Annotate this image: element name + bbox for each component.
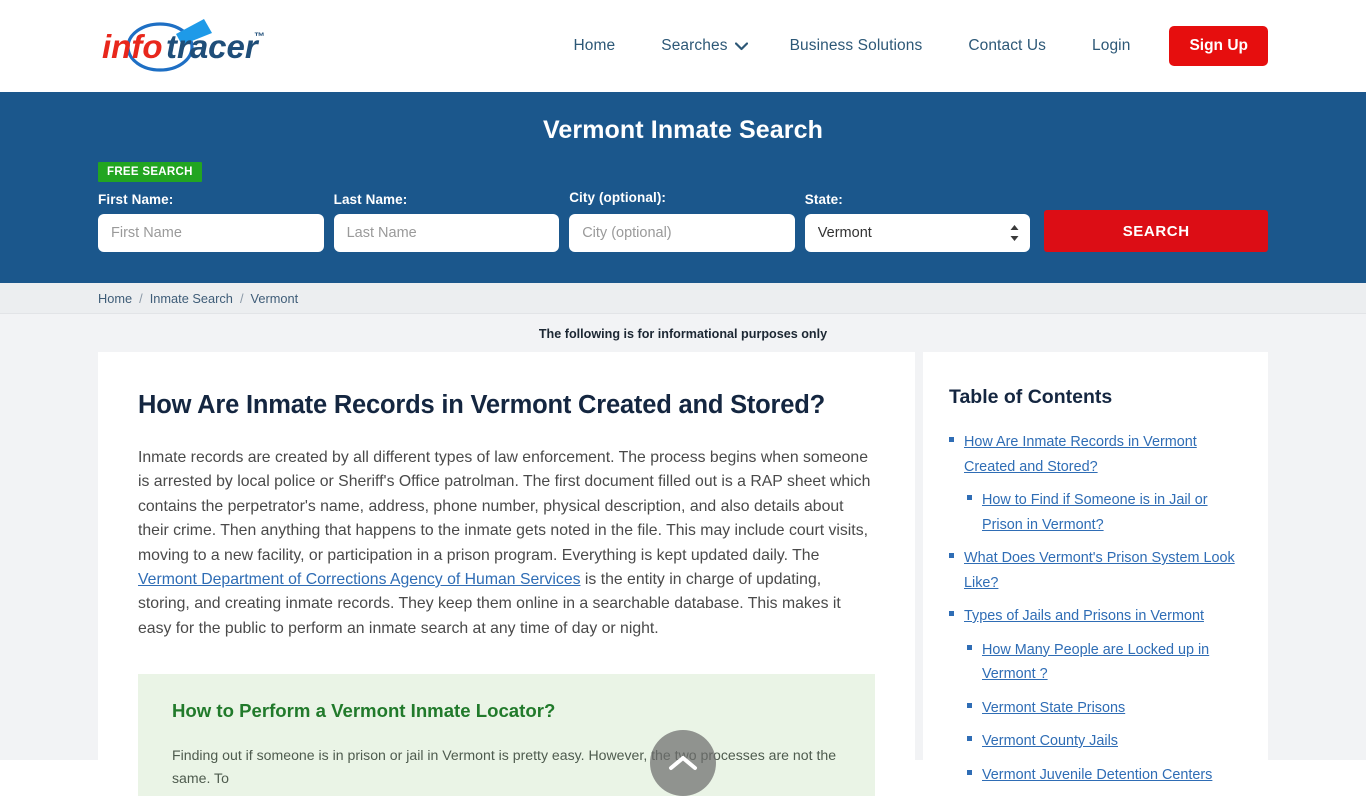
city-field-group: City (optional): bbox=[569, 188, 795, 252]
toc-sublist: How Many People are Locked up in Vermont… bbox=[949, 638, 1242, 788]
chevron-up-icon bbox=[669, 756, 697, 770]
nav-item-home[interactable]: Home bbox=[551, 37, 639, 55]
nav-item-login[interactable]: Login bbox=[1069, 37, 1153, 55]
breadcrumb-item-current: Vermont bbox=[250, 290, 299, 306]
search-button[interactable]: SEARCH bbox=[1044, 210, 1268, 252]
main-navigation: Home Searches Business Solutions Contact… bbox=[551, 26, 1268, 66]
scroll-to-top-button[interactable] bbox=[650, 730, 716, 796]
breadcrumb-item-home[interactable]: Home bbox=[98, 291, 132, 306]
square-bullet-icon bbox=[967, 644, 972, 650]
first-name-label: First Name: bbox=[98, 192, 174, 207]
toc-item: Types of Jails and Prisons in Vermont Ho… bbox=[949, 604, 1242, 787]
article-paragraph: Inmate records are created by all differ… bbox=[138, 446, 875, 641]
toc-row: Vermont County Jails bbox=[949, 729, 1242, 754]
square-bullet-icon bbox=[967, 736, 972, 741]
toc-row: Types of Jails and Prisons in Vermont bbox=[949, 604, 1242, 629]
toc-row: How Are Inmate Records in Vermont Create… bbox=[949, 430, 1242, 479]
toc-sublist: How to Find if Someone is in Jail or Pri… bbox=[949, 488, 1242, 537]
breadcrumb: Home / Inmate Search / Vermont bbox=[0, 283, 1366, 314]
toc-item: Vermont State Prisons bbox=[949, 696, 1242, 721]
inmate-search-form: First Name: Last Name: City (optional): … bbox=[98, 188, 1268, 252]
city-input[interactable] bbox=[569, 214, 795, 252]
last-name-label: Last Name: bbox=[333, 192, 408, 207]
nav-item-searches[interactable]: Searches bbox=[638, 37, 766, 55]
last-name-field-group: Last Name: bbox=[333, 192, 560, 252]
disclaimer-text: The following is for informational purpo… bbox=[538, 327, 828, 341]
svg-text:tracer: tracer bbox=[166, 28, 260, 65]
vermont-doc-link[interactable]: Vermont Department of Corrections Agency… bbox=[138, 571, 581, 588]
article-card: How Are Inmate Records in Vermont Create… bbox=[98, 352, 915, 796]
square-bullet-icon bbox=[949, 611, 954, 616]
square-bullet-icon bbox=[949, 437, 954, 442]
site-header: info tracer ™ Home Searches Business Sol… bbox=[0, 0, 1366, 92]
toc-row: How Many People are Locked up in Vermont… bbox=[949, 638, 1242, 687]
toc-list: How Are Inmate Records in Vermont Create… bbox=[949, 430, 1242, 796]
breadcrumb-separator: / bbox=[239, 290, 244, 306]
nav-item-business-solutions[interactable]: Business Solutions bbox=[767, 37, 946, 55]
article-paragraph-part1: Inmate records are created by all differ… bbox=[138, 448, 871, 564]
svg-text:info: info bbox=[102, 28, 162, 65]
toc-link-inmate-records-created-stored[interactable]: How Are Inmate Records in Vermont Create… bbox=[964, 430, 1242, 479]
chevron-down-icon bbox=[734, 41, 748, 50]
toc-link-types-of-jails-and-prisons[interactable]: Types of Jails and Prisons in Vermont bbox=[964, 604, 1204, 629]
toc-item: How Are Inmate Records in Vermont Create… bbox=[949, 430, 1242, 537]
article-heading: How Are Inmate Records in Vermont Create… bbox=[138, 391, 826, 419]
breadcrumb-separator: / bbox=[139, 290, 143, 306]
free-search-badge: FREE SEARCH bbox=[98, 162, 202, 182]
toc-item: How to Find if Someone is in Jail or Pri… bbox=[949, 488, 1242, 537]
svg-text:™: ™ bbox=[254, 31, 265, 43]
toc-link-juvenile-detention-centers[interactable]: Vermont Juvenile Detention Centers bbox=[982, 763, 1212, 788]
first-name-field-group: First Name: bbox=[98, 192, 324, 252]
toc-item: How Many People are Locked up in Vermont… bbox=[949, 638, 1242, 687]
sign-up-button[interactable]: Sign Up bbox=[1169, 26, 1268, 66]
square-bullet-icon bbox=[967, 495, 972, 500]
table-of-contents-card: Table of Contents How Are Inmate Records… bbox=[923, 352, 1268, 796]
toc-link-how-many-people-locked-up[interactable]: How Many People are Locked up in Vermont… bbox=[982, 638, 1242, 687]
toc-link-vermont-state-prisons[interactable]: Vermont State Prisons bbox=[982, 696, 1125, 721]
toc-title: Table of Contents bbox=[949, 386, 1113, 408]
toc-row: How to Find if Someone is in Jail or Pri… bbox=[949, 488, 1242, 537]
callout-heading: How to Perform a Vermont Inmate Locator? bbox=[172, 700, 556, 722]
infotracer-logo-icon: info tracer ™ bbox=[102, 19, 265, 72]
toc-link-prison-system-look-like[interactable]: What Does Vermont's Prison System Look L… bbox=[964, 546, 1242, 595]
state-field-group: State: Vermont bbox=[804, 192, 1031, 252]
page-title: Vermont Inmate Search bbox=[543, 116, 823, 144]
toc-link-find-if-someone-in-jail[interactable]: How to Find if Someone is in Jail or Pri… bbox=[982, 488, 1242, 537]
square-bullet-icon bbox=[967, 769, 972, 775]
page-body: The following is for informational purpo… bbox=[0, 314, 1366, 796]
toc-item: Vermont County Jails bbox=[949, 729, 1242, 754]
state-select-wrapper: Vermont bbox=[804, 214, 1031, 252]
first-name-input[interactable] bbox=[98, 214, 324, 252]
square-bullet-icon bbox=[967, 702, 972, 708]
nav-item-contact-us[interactable]: Contact Us bbox=[945, 37, 1069, 55]
hero-search-band: Vermont Inmate Search FREE SEARCH First … bbox=[0, 92, 1366, 283]
state-select[interactable]: Vermont bbox=[804, 214, 1031, 252]
toc-item: What Does Vermont's Prison System Look L… bbox=[949, 546, 1242, 595]
toc-link-vermont-county-jails[interactable]: Vermont County Jails bbox=[982, 729, 1118, 754]
breadcrumb-item-inmate-search[interactable]: Inmate Search bbox=[150, 291, 233, 306]
toc-item: Vermont Juvenile Detention Centers bbox=[949, 763, 1242, 788]
last-name-input[interactable] bbox=[333, 214, 560, 252]
city-label: City (optional): bbox=[569, 190, 667, 205]
callout-box: How to Perform a Vermont Inmate Locator?… bbox=[138, 674, 875, 796]
state-label: State: bbox=[804, 192, 843, 207]
toc-row: Vermont State Prisons bbox=[949, 696, 1242, 721]
toc-row: What Does Vermont's Prison System Look L… bbox=[949, 546, 1242, 595]
square-bullet-icon bbox=[949, 553, 954, 558]
toc-row: Vermont Juvenile Detention Centers bbox=[949, 763, 1242, 788]
nav-item-searches-label: Searches bbox=[661, 37, 728, 54]
site-logo[interactable]: info tracer ™ bbox=[98, 0, 298, 92]
callout-text: Finding out if someone is in prison or j… bbox=[172, 747, 837, 787]
